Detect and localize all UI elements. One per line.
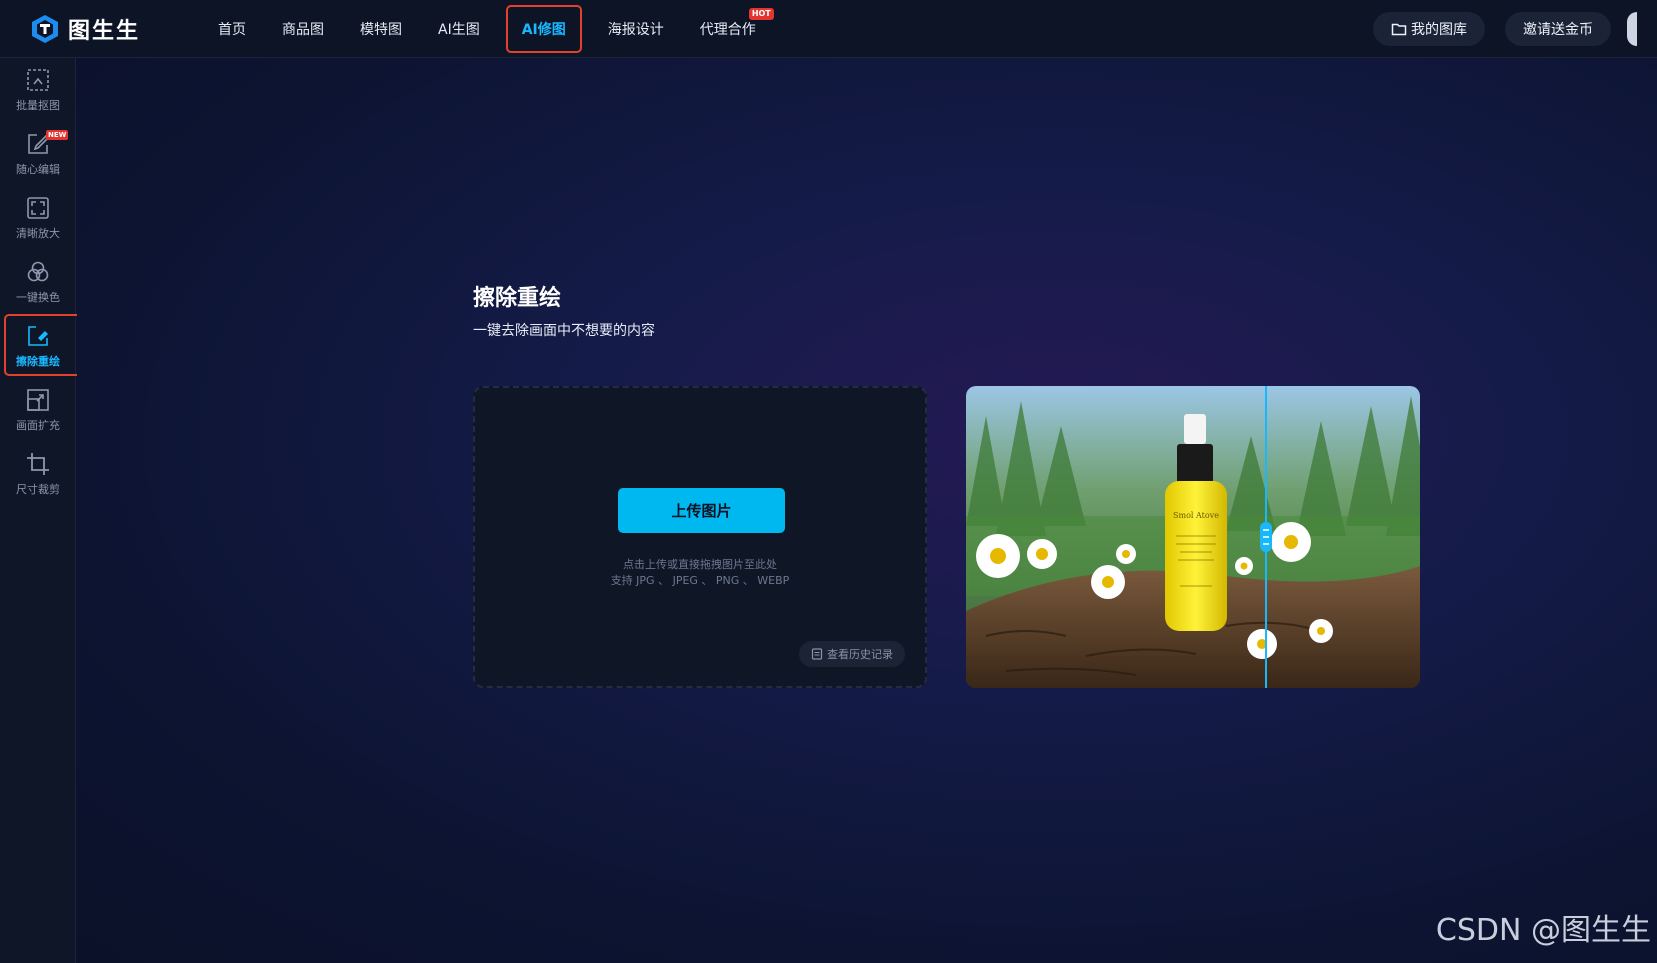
supported-formats: 支持 JPG 、 JPEG 、 PNG 、 WEBP xyxy=(610,574,790,587)
sidebar-item-crop[interactable]: 尺寸裁剪 xyxy=(0,442,76,506)
folder-icon xyxy=(1391,23,1407,36)
upload-dropzone[interactable]: 上传图片 点击上传或直接拖拽图片至此处 支持 JPG 、 JPEG 、 PNG … xyxy=(473,386,927,688)
nav-ai-retouch[interactable]: AI修图 xyxy=(505,4,582,53)
page-title: 擦除重绘 xyxy=(473,286,562,311)
nav-model-image[interactable]: 模特图 xyxy=(350,11,412,47)
new-badge: NEW xyxy=(46,130,69,140)
logo-text: 图生生 xyxy=(68,18,141,44)
hot-badge: HOT xyxy=(748,7,774,20)
watermark: CSDN @图生生 xyxy=(1435,913,1651,948)
logo-icon xyxy=(32,14,58,43)
top-right-actions: 我的图库 邀请送金币 xyxy=(1353,12,1637,46)
logo[interactable]: 图生生 xyxy=(30,13,180,45)
sidebar-item-batch-cutout[interactable]: 批量抠图 xyxy=(0,58,76,122)
expand-icon xyxy=(27,389,49,411)
batch-cutout-icon xyxy=(27,69,49,91)
nav-ai-generate[interactable]: AI生图 xyxy=(428,11,490,47)
top-bar: 图生生 首页 商品图 模特图 AI生图 AI修图 海报设计 代理合作 HOT 我… xyxy=(0,0,1657,58)
crop-icon xyxy=(27,453,49,475)
preview-image: Smol Atove xyxy=(966,386,1420,688)
upscale-icon xyxy=(27,197,49,219)
nav-product-image[interactable]: 商品图 xyxy=(272,11,334,47)
recolor-icon xyxy=(27,261,49,282)
main-workspace: 擦除重绘 一键去除画面中不想要的内容 上传图片 点击上传或直接拖拽图片至此处 支… xyxy=(77,58,1657,963)
view-history-button[interactable]: 查看历史记录 xyxy=(799,641,905,667)
invite-button[interactable]: 邀请送金币 xyxy=(1505,12,1611,46)
avatar[interactable] xyxy=(1627,12,1637,46)
sidebar-item-recolor[interactable]: 一键换色 xyxy=(0,250,76,314)
document-icon xyxy=(811,648,823,660)
nav-agency[interactable]: 代理合作 HOT xyxy=(690,7,774,47)
page-subtitle: 一键去除画面中不想要的内容 xyxy=(473,323,655,339)
eraser-icon xyxy=(28,326,48,346)
tool-sidebar: 批量抠图 NEW 随心编辑 清晰放大 一键换色 擦除重绘 画面扩充 尺寸裁剪 xyxy=(0,58,102,963)
upload-hint: 点击上传或直接拖拽图片至此处 xyxy=(623,558,777,571)
my-gallery-button[interactable]: 我的图库 xyxy=(1373,12,1485,46)
sidebar-item-upscale[interactable]: 清晰放大 xyxy=(0,186,76,250)
svg-text:Smol Atove: Smol Atove xyxy=(1173,511,1219,520)
nav-home[interactable]: 首页 xyxy=(208,11,256,47)
before-after-preview[interactable]: Smol Atove xyxy=(966,386,1420,688)
upload-image-button[interactable]: 上传图片 xyxy=(618,488,785,533)
sidebar-item-edit[interactable]: NEW 随心编辑 xyxy=(0,122,76,186)
sidebar-item-erase-redraw[interactable]: 擦除重绘 xyxy=(0,314,102,378)
sidebar-item-expand[interactable]: 画面扩充 xyxy=(0,378,76,442)
nav-poster-design[interactable]: 海报设计 xyxy=(598,11,674,47)
main-nav: 首页 商品图 模特图 AI生图 AI修图 海报设计 代理合作 HOT xyxy=(200,0,774,58)
